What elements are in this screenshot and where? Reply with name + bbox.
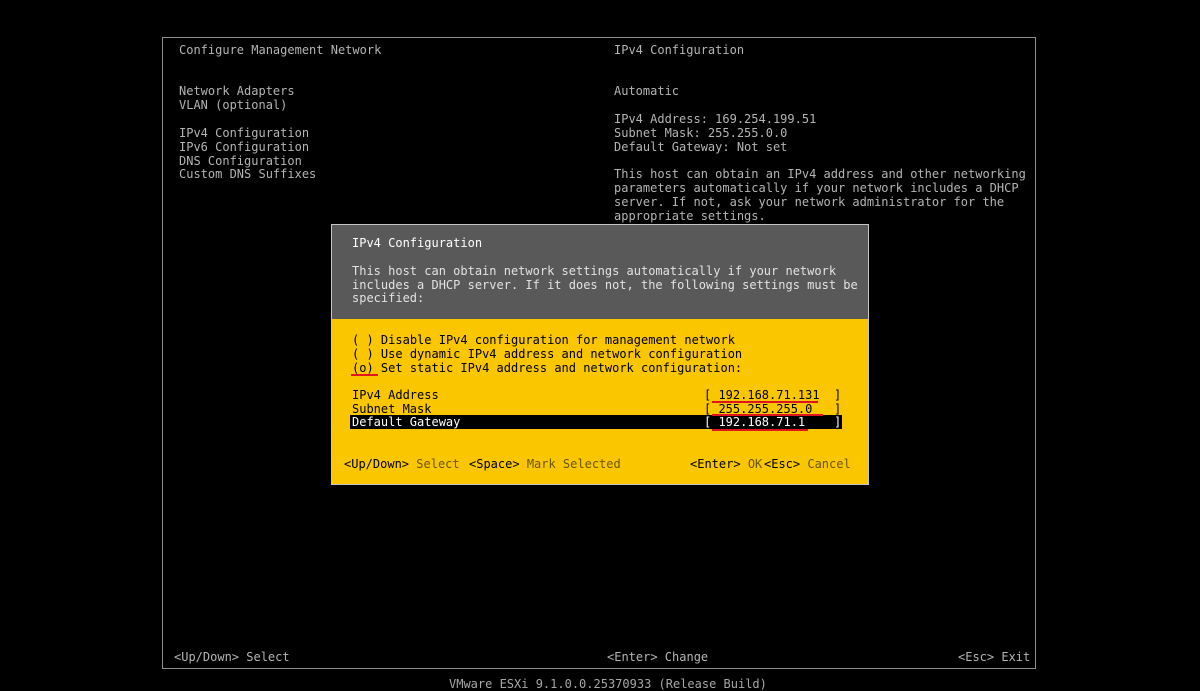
menu-item-network-adapters[interactable]: Network Adapters [179, 84, 295, 98]
bracket-open: [ [704, 415, 719, 429]
current-default-gateway: Default Gateway: Not set [614, 140, 788, 154]
ipv4-address-label: IPv4 Address [352, 388, 439, 402]
radio-marker[interactable]: ( ) [352, 333, 374, 347]
annotation-underline-radio [351, 374, 378, 376]
option-static-ipv4[interactable]: (o) Set static IPv4 address and network … [352, 361, 742, 375]
dialog-description-line: includes a DHCP server. If it does not, … [352, 278, 858, 292]
radio-marker-selected[interactable]: (o) [352, 361, 374, 375]
hint-text: OK [747, 457, 763, 471]
menu-item-ipv6-configuration[interactable]: IPv6 Configuration [179, 140, 309, 154]
option-dynamic-ipv4[interactable]: ( ) Use dynamic IPv4 address and network… [352, 347, 742, 361]
annotation-underline-gateway [712, 429, 808, 431]
dialog-description-line: specified: [352, 291, 425, 305]
current-ipv4-address: IPv4 Address: 169.254.199.51 [614, 112, 817, 126]
bracket-close: ] [834, 402, 842, 416]
ipv4-address-field[interactable]: [ 192.168.71.131 [704, 388, 820, 402]
hint-key: <Enter> [690, 457, 741, 471]
right-description-line: parameters automatically if your network… [614, 181, 1019, 195]
option-disable-ipv4[interactable]: ( ) Disable IPv4 configuration for manag… [352, 333, 735, 347]
default-gateway-label: Default Gateway [352, 415, 461, 429]
annotation-underline-subnet [712, 414, 823, 416]
bracket-close: ] [834, 388, 842, 402]
footer-exit-hint: <Esc> Exit [958, 650, 1031, 664]
current-subnet-mask: Subnet Mask: 255.255.0.0 [614, 126, 788, 140]
footer-change-hint: <Enter> Change [607, 650, 709, 664]
hint-updown: <Up/Down> Select [344, 457, 460, 471]
option-label: Set static IPv4 address and network conf… [380, 361, 743, 375]
dialog-description-line: This host can obtain network settings au… [352, 264, 837, 278]
hint-key: <Up/Down> [344, 457, 410, 471]
radio-marker[interactable]: ( ) [352, 347, 374, 361]
hint-space: <Space> Mark Selected [469, 457, 621, 471]
annotation-underline-ipv4 [712, 401, 818, 403]
option-label: Use dynamic IPv4 address and network con… [380, 347, 743, 361]
menu-item-vlan[interactable]: VLAN (optional) [179, 98, 287, 112]
build-info: VMware ESXi 9.1.0.0.25370933 (Release Bu… [449, 677, 767, 691]
hint-text: Select [416, 457, 460, 471]
hint-text: Mark Selected [526, 457, 621, 471]
right-description-line: appropriate settings. [614, 209, 766, 223]
hint-text: Cancel [807, 457, 851, 471]
footer-select-hint: <Up/Down> Select [174, 650, 290, 664]
right-description-line: server. If not, ask your network adminis… [614, 195, 1005, 209]
ok-button[interactable]: <Enter> OK [690, 457, 762, 471]
left-panel-title: Configure Management Network [179, 43, 382, 57]
dialog-title: IPv4 Configuration [352, 236, 483, 250]
hint-key: <Esc> [764, 457, 801, 471]
subnet-mask-label: Subnet Mask [352, 402, 432, 416]
ipv4-address-value[interactable]: 192.168.71.131 [718, 388, 819, 402]
menu-item-ipv4-configuration[interactable]: IPv4 Configuration [179, 126, 309, 140]
cancel-button[interactable]: <Esc> Cancel [764, 457, 851, 471]
right-description-line: This host can obtain an IPv4 address and… [614, 167, 1026, 181]
bracket-close: ] [834, 415, 842, 429]
default-gateway-value[interactable]: 192.168.71.1 [718, 415, 805, 429]
bracket-open: [ [704, 388, 719, 402]
menu-item-custom-dns-suffixes[interactable]: Custom DNS Suffixes [179, 167, 316, 181]
right-panel-title: IPv4 Configuration [614, 43, 745, 57]
ipv4-mode: Automatic [614, 84, 680, 98]
option-label: Disable IPv4 configuration for managemen… [380, 333, 735, 347]
hint-key: <Space> [469, 457, 520, 471]
default-gateway-field[interactable]: [ 192.168.71.1 [704, 415, 805, 429]
menu-item-dns-configuration[interactable]: DNS Configuration [179, 154, 302, 168]
